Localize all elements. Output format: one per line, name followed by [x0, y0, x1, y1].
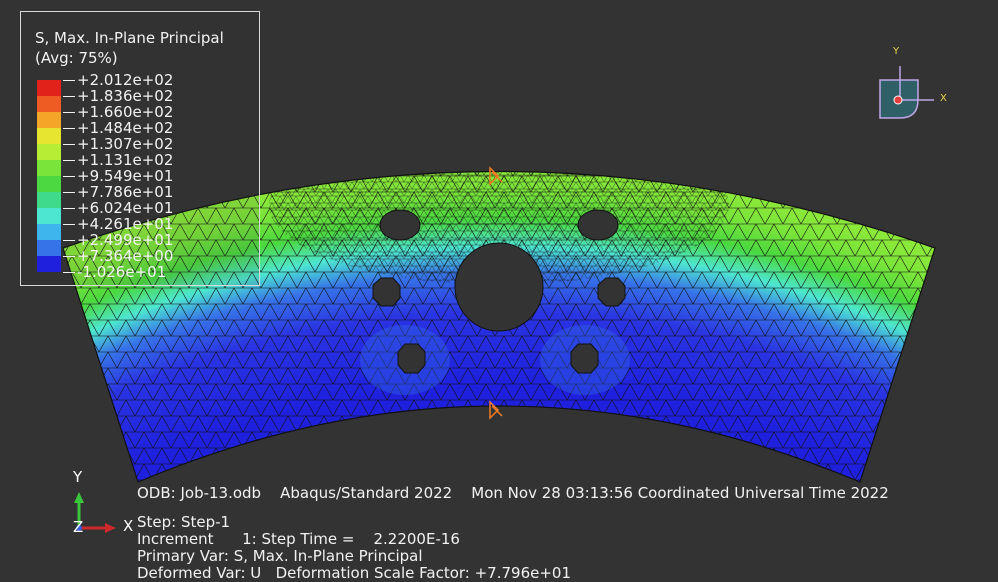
legend-swatch [37, 144, 61, 160]
legend-value: +1.836e+02 [77, 87, 174, 105]
legend-tick [63, 80, 75, 81]
legend-swatch [37, 224, 61, 240]
legend-tick [63, 208, 75, 209]
legend-value: +1.660e+02 [77, 103, 174, 121]
legend-tick [63, 256, 75, 257]
hole-mid-left [372, 277, 401, 307]
legend-tick [63, 176, 75, 177]
legend-tick [63, 272, 75, 273]
legend-title: S, Max. In-Plane Principal [35, 29, 224, 47]
increment-info-line: Increment 1: Step Time = 2.2200E-16 [137, 530, 460, 548]
legend-swatch [37, 256, 61, 272]
legend-swatch [37, 160, 61, 176]
legend-value: +9.549e+01 [77, 167, 174, 185]
legend-tick [63, 240, 75, 241]
view-cube-x-label: X [940, 93, 947, 104]
legend-swatch [37, 112, 61, 128]
legend-tick [63, 160, 75, 161]
legend-value: +1.131e+02 [77, 151, 174, 169]
legend: S, Max. In-Plane Principal (Avg: 75%) +2… [20, 11, 260, 286]
odb-info-line: ODB: Job-13.odb Abaqus/Standard 2022 Mon… [137, 484, 889, 502]
triad-x-label: X [123, 517, 134, 535]
legend-value: +1.307e+02 [77, 135, 174, 153]
legend-value: -1.026e+01 [77, 263, 167, 281]
legend-tick [63, 96, 75, 97]
deformed-var-line: Deformed Var: U Deformation Scale Factor… [137, 564, 572, 582]
legend-swatch [37, 96, 61, 112]
hole-center [454, 242, 544, 332]
hole-top-left [379, 209, 421, 241]
legend-swatch [37, 128, 61, 144]
hole-low-left [397, 343, 426, 374]
triad-y-label: Y [73, 468, 83, 486]
legend-value: +4.261e+01 [77, 215, 174, 233]
legend-value: +2.012e+02 [77, 71, 174, 89]
view-cube-y-label: Y [893, 46, 900, 57]
legend-value: +2.499e+01 [77, 231, 174, 249]
legend-tick [63, 192, 75, 193]
legend-tick [63, 144, 75, 145]
legend-tick [63, 224, 75, 225]
step-info-line: Step: Step-1 [137, 513, 231, 531]
legend-value: +6.024e+01 [77, 199, 174, 217]
triad-z-label: Z [73, 518, 84, 536]
legend-value: +1.484e+02 [77, 119, 174, 137]
legend-swatch [37, 176, 61, 192]
legend-swatch [37, 208, 61, 224]
primary-var-line: Primary Var: S, Max. In-Plane Principal [137, 547, 423, 565]
view-cube[interactable] [879, 66, 934, 119]
legend-swatch [37, 240, 61, 256]
legend-value: +7.364e+00 [77, 247, 174, 265]
hole-top-right [577, 209, 619, 241]
hole-mid-right [597, 277, 626, 307]
hole-low-right [570, 343, 599, 374]
legend-subtitle: (Avg: 75%) [35, 49, 118, 67]
legend-value: +7.786e+01 [77, 183, 174, 201]
legend-swatch [37, 80, 61, 96]
legend-tick [63, 128, 75, 129]
legend-swatch [37, 192, 61, 208]
legend-tick [63, 112, 75, 113]
